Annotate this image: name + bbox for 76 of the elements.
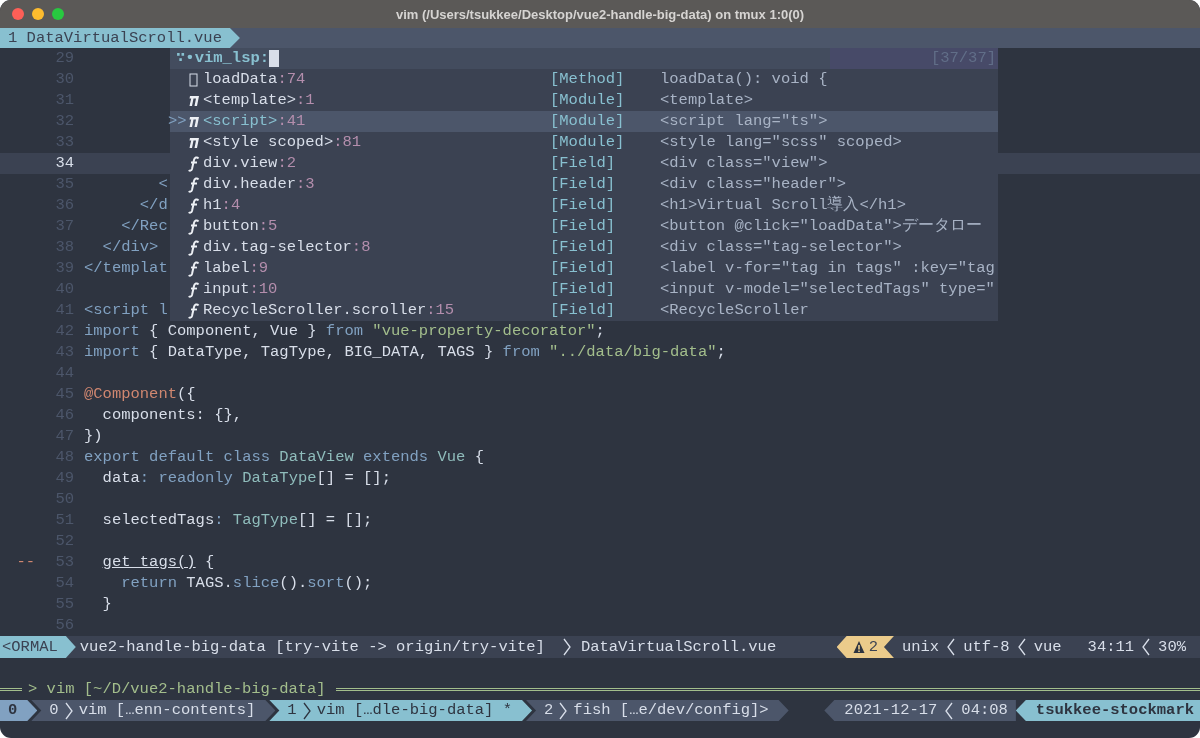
box-icon [189, 72, 198, 87]
function-icon [187, 281, 200, 298]
code-line: return TAGS.slice().sort(); [120, 573, 373, 594]
tmux-window-tab[interactable]: 1 vim […dle-big-data] * [269, 700, 532, 721]
chevron-right-icon [562, 638, 571, 656]
module-icon [187, 136, 200, 149]
code-line: import { Component, Vue } from "vue-property-decorator"; [84, 321, 605, 342]
code-line: </Rec [120, 216, 168, 237]
chevron-right-icon [559, 701, 568, 720]
diff-sign: -- [16, 552, 35, 573]
code-line: import { DataType, TagType, BIG_DATA, TAGS } from "../data/big-data"; [84, 342, 726, 363]
symbol-item[interactable]: div.header:3 [Field] <div class="header"> [170, 174, 998, 195]
function-icon [187, 302, 200, 319]
function-icon [187, 218, 200, 235]
time-text: 04:08 [961, 700, 1008, 721]
file-name: DataVirtualScroll.vue [580, 637, 777, 658]
code-line: get tags() { [101, 552, 215, 573]
module-icon [187, 94, 200, 107]
code-line: </div> [101, 237, 159, 258]
zoom-button[interactable] [52, 8, 64, 20]
warning-icon [852, 640, 865, 654]
pane-title: > vim [~/D/vue2-handle-big-data] [28, 679, 326, 700]
code-line: </d [138, 195, 168, 216]
symbol-item[interactable]: <style scoped>:81 [Module] <style lang="scss" scoped> [170, 132, 998, 153]
chevron-right-icon [302, 701, 311, 720]
chevron-left-icon [945, 701, 954, 720]
symbol-item[interactable]: RecycleScroller.scroller:15 [Field] <RecycleScroller [170, 300, 998, 321]
file-info: utf-8 [963, 637, 1010, 658]
function-icon [187, 155, 200, 172]
code-line: <script l [84, 300, 168, 321]
buffer-tab[interactable]: 1 DataVirtualScroll.vue [0, 28, 240, 48]
function-icon [187, 239, 200, 256]
file-info: vue [1033, 637, 1062, 658]
close-button[interactable] [12, 8, 24, 20]
function-icon [187, 197, 200, 214]
mode-indicator: <ORMAL [0, 636, 76, 658]
chevron-right-icon [64, 701, 73, 720]
symbol-item[interactable]: <template>:1 [Module] <template> [170, 90, 998, 111]
host-name: tsukkee-stockmark [1015, 700, 1200, 721]
cursor-position: 30% [1158, 637, 1186, 658]
chevron-left-icon [1017, 638, 1026, 656]
symbol-item[interactable]: div.tag-selector:8 [Field] <div class="tag-selector"> [170, 237, 998, 258]
code-line: export default class DataView extends Vue { [84, 447, 484, 468]
module-icon [187, 115, 200, 128]
selection-pointer: >> [168, 112, 187, 130]
date-text: 2021-12-17 [844, 700, 938, 721]
symbol-item[interactable]: input:10 [Field] <input v-model="selectedTags" type=" [170, 279, 998, 300]
function-icon [187, 260, 200, 277]
code-line: components: {}, [101, 405, 243, 426]
warning-badge: 2 [836, 636, 894, 658]
symbol-item[interactable]: loadData:74 [Method] loadData(): void { [170, 69, 998, 90]
text-cursor [269, 50, 280, 67]
function-icon [187, 176, 200, 193]
prompt-text: ∵•vim_lsp: [176, 48, 270, 69]
line-number: 34 [54, 153, 74, 174]
symbol-item[interactable]: >> <script>:41 [Module] <script lang="ts"> [170, 111, 998, 132]
chevron-left-icon [1142, 638, 1151, 656]
code-line: }) [84, 426, 103, 447]
code-line: selectedTags: TagType[] = []; [101, 510, 373, 531]
code-line: @Component({ [84, 384, 196, 405]
branch-text: vue2-handle-big-data [try-vite -> origin/try-vite] [79, 637, 545, 658]
code-line: </templat [84, 258, 168, 279]
tmux-window-tab[interactable]: 0 vim […enn-contents] [31, 700, 276, 721]
chevron-left-icon [947, 638, 956, 656]
file-info: unix [901, 637, 940, 658]
window-title: vim (/Users/tsukkee/Desktop/vue2-handle-big-data) on tmux 1:0(0) [395, 6, 805, 22]
symbol-item[interactable]: button:5 [Field] <button @click="loadData">データロー [170, 216, 998, 237]
minimize-button[interactable] [32, 8, 44, 20]
symbol-item[interactable]: label:9 [Field] <label v-for="tag in tags" :key="tag [170, 258, 998, 279]
tmux-window-tab[interactable]: 2 fish […e/dev/config]> [526, 700, 789, 721]
symbol-item[interactable]: div.view:2 [Field] <div class="view"> [170, 153, 998, 174]
cursor-position: 34:11 [1087, 637, 1135, 658]
code-line: < [157, 174, 168, 195]
code-line: data: readonly DataType[] = []; [101, 468, 391, 489]
symbol-item[interactable]: h1:4 [Field] <h1>Virtual Scroll導入</h1> [170, 195, 998, 216]
code-line: } [101, 594, 112, 615]
